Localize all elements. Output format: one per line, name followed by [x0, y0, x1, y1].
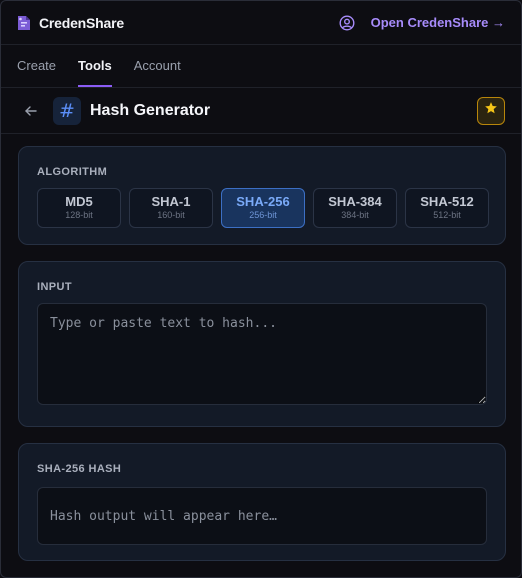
algorithm-bits: 384-bit	[341, 210, 369, 220]
hash-output-placeholder: Hash output will appear here…	[50, 508, 277, 524]
algorithm-bits: 512-bit	[433, 210, 461, 220]
star-icon	[484, 101, 498, 120]
algorithm-option-sha-384[interactable]: SHA-384 384-bit	[313, 188, 397, 228]
algorithm-name: SHA-256	[236, 194, 290, 209]
algorithm-option-sha-256[interactable]: SHA-256 256-bit	[221, 188, 305, 228]
algorithm-bits: 160-bit	[157, 210, 185, 220]
page-title: Hash Generator	[90, 101, 211, 119]
algorithm-name: SHA-512	[420, 194, 474, 209]
tab-bar: Create Tools Account	[1, 45, 521, 88]
brand-name: CredenShare	[39, 14, 124, 31]
algorithm-option-md5[interactable]: MD5 128-bit	[37, 188, 121, 228]
tab-tools[interactable]: Tools	[78, 58, 112, 87]
input-panel: INPUT	[18, 261, 506, 427]
algorithm-label: ALGORITHM	[37, 166, 108, 178]
algorithm-bits: 256-bit	[249, 210, 277, 220]
arrow-left-icon[interactable]	[23, 103, 39, 119]
output-panel: SHA-256 HASH Hash output will appear her…	[18, 443, 506, 561]
algorithm-bits: 128-bit	[65, 210, 93, 220]
algorithm-options: MD5 128-bit SHA-1 160-bit SHA-256 256-bi…	[37, 188, 489, 228]
output-label: SHA-256 HASH	[37, 463, 122, 475]
algorithm-option-sha-1[interactable]: SHA-1 160-bit	[129, 188, 213, 228]
hash-input-field[interactable]	[37, 303, 487, 405]
algorithm-name: MD5	[65, 194, 93, 209]
favorite-button[interactable]	[477, 96, 505, 125]
input-label: INPUT	[37, 281, 72, 293]
algorithm-name: SHA-1	[151, 194, 191, 209]
tab-account[interactable]: Account	[134, 58, 181, 87]
hash-icon: #	[53, 96, 81, 125]
app-window: CredenShare Open CredenShare → Create To…	[0, 0, 522, 578]
open-credenshare-link[interactable]: Open CredenShare →	[371, 15, 505, 30]
algorithm-option-sha-512[interactable]: SHA-512 512-bit	[405, 188, 489, 228]
tab-create[interactable]: Create	[17, 58, 56, 87]
user-circle-icon[interactable]	[339, 14, 355, 31]
brand[interactable]: CredenShare	[17, 15, 124, 31]
algorithm-name: SHA-384	[328, 194, 382, 209]
tool-header: # Hash Generator	[1, 88, 521, 134]
hash-output-field[interactable]: Hash output will appear here…	[37, 487, 487, 545]
algorithm-panel: ALGORITHM MD5 128-bit SHA-1 160-bit SHA-…	[18, 146, 506, 245]
credenshare-logo-icon	[17, 15, 31, 31]
app-header: CredenShare Open CredenShare →	[1, 1, 521, 45]
